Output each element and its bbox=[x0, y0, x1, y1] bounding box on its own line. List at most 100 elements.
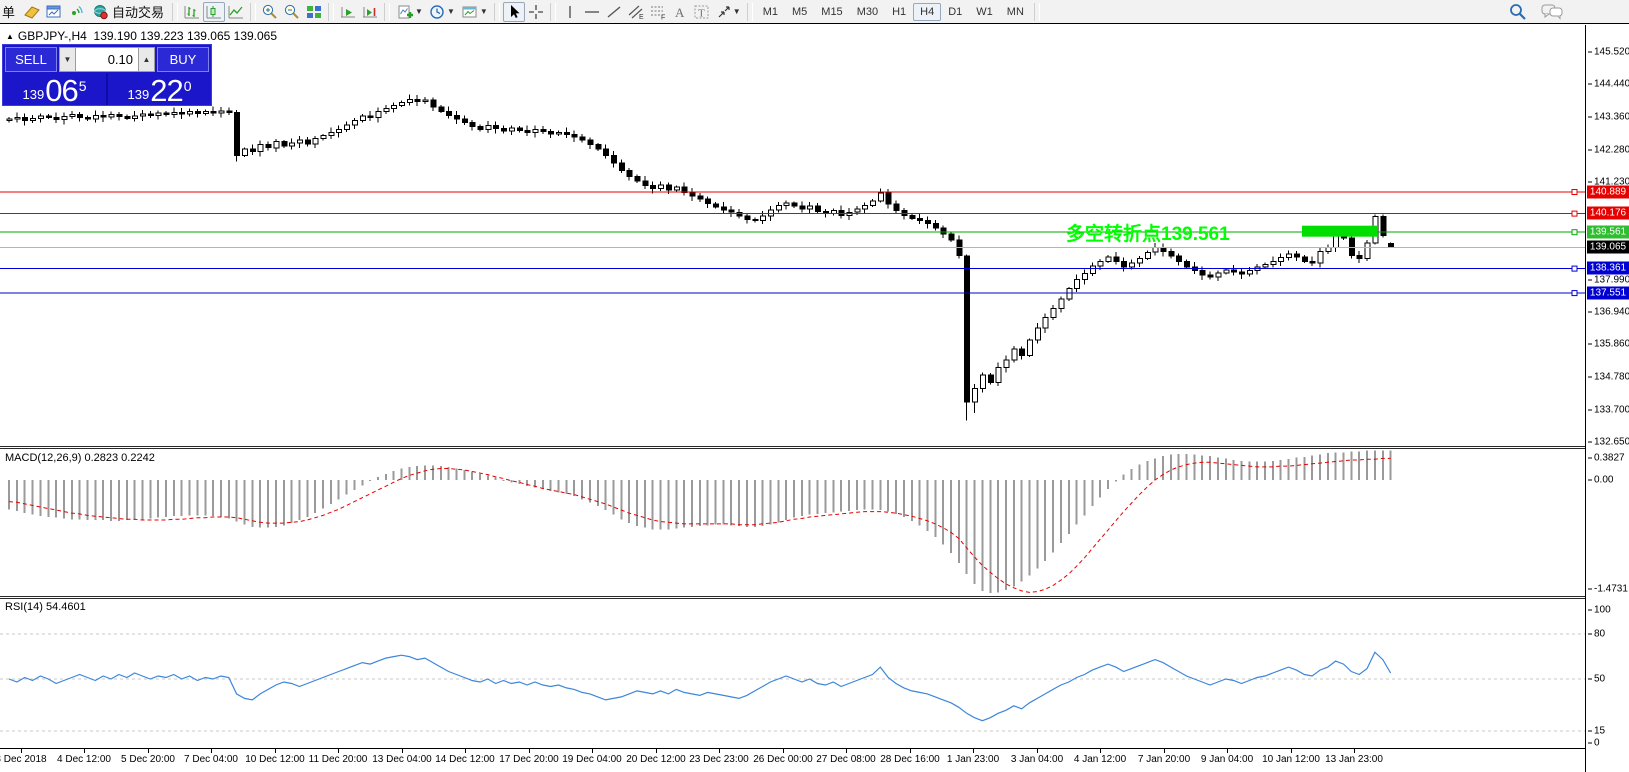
macd-canvas[interactable] bbox=[0, 450, 1585, 597]
svg-text:E: E bbox=[639, 14, 644, 20]
chat-icon[interactable] bbox=[1541, 3, 1563, 20]
macd-histogram-bar bbox=[322, 480, 324, 509]
candlestick-chart-type-button[interactable] bbox=[203, 2, 225, 22]
svg-text:A: A bbox=[675, 5, 685, 20]
timeframe-button-m5[interactable]: M5 bbox=[785, 3, 814, 21]
timeframe-button-m30[interactable]: M30 bbox=[850, 3, 885, 21]
macd-histogram-bar bbox=[565, 480, 567, 494]
autotrading-button[interactable]: 自动交易 bbox=[87, 2, 169, 22]
candle-down bbox=[941, 228, 946, 234]
pane-splitter[interactable] bbox=[0, 446, 1629, 449]
candle-up bbox=[140, 114, 145, 116]
horizontal-line-tool-button[interactable] bbox=[581, 2, 603, 22]
cursor-tool-button[interactable] bbox=[503, 2, 525, 22]
macd-histogram-bar bbox=[118, 480, 120, 521]
candle-up bbox=[1216, 273, 1221, 277]
tile-windows-button[interactable] bbox=[303, 2, 325, 22]
autotrading-label: 自动交易 bbox=[112, 2, 164, 21]
timeframe-button-h1[interactable]: H1 bbox=[885, 3, 913, 21]
line-handle[interactable] bbox=[1572, 190, 1577, 195]
equidistant-channel-tool-button[interactable]: E bbox=[625, 2, 647, 22]
macd-histogram-bar bbox=[1366, 451, 1368, 480]
time-axis-tick bbox=[148, 749, 149, 753]
search-icon[interactable] bbox=[1509, 3, 1527, 20]
timeframe-button-m1[interactable]: M1 bbox=[756, 3, 785, 21]
rsi-indicator-label: RSI(14) 54.4601 bbox=[5, 601, 86, 613]
line-handle[interactable] bbox=[1572, 230, 1577, 235]
text-label-tool-button[interactable]: T bbox=[691, 2, 713, 22]
toolbar-right-group bbox=[1509, 3, 1563, 20]
sell-price[interactable]: 139 06 5 bbox=[3, 73, 108, 105]
arrows-tool-button[interactable]: ▼ bbox=[713, 2, 744, 22]
candle-down bbox=[800, 206, 805, 209]
line-handle[interactable] bbox=[1572, 266, 1577, 271]
macd-histogram-bar bbox=[612, 480, 614, 515]
rsi-line bbox=[9, 652, 1391, 721]
time-axis[interactable]: 3 Dec 20184 Dec 12:005 Dec 20:007 Dec 04… bbox=[0, 749, 1585, 772]
highlight-bar[interactable] bbox=[1302, 226, 1377, 237]
macd-histogram-bar bbox=[126, 480, 128, 520]
timeframe-button-m15[interactable]: M15 bbox=[814, 3, 849, 21]
crosshair-icon bbox=[528, 4, 544, 20]
line-chart-type-button[interactable] bbox=[225, 2, 247, 22]
candle-up bbox=[337, 130, 342, 133]
zoom-out-icon bbox=[283, 3, 301, 20]
annotation-text[interactable]: 多空转折点139.561 bbox=[1066, 222, 1230, 245]
cursor-icon bbox=[506, 4, 522, 20]
fibonacci-tool-button[interactable]: F bbox=[647, 2, 669, 22]
volume-increase-button[interactable]: ▲ bbox=[138, 47, 155, 72]
candle-down bbox=[596, 145, 601, 150]
trendline-tool-button[interactable] bbox=[603, 2, 625, 22]
price-level-label: 139.561 bbox=[1587, 226, 1629, 239]
macd-histogram-bar bbox=[1060, 480, 1062, 543]
zoom-out-button[interactable] bbox=[281, 2, 303, 22]
candle-down bbox=[666, 185, 671, 190]
macd-histogram-bar bbox=[1382, 451, 1384, 480]
horizontal-line-icon bbox=[583, 4, 601, 20]
zoom-in-button[interactable] bbox=[259, 2, 281, 22]
macd-histogram-bar bbox=[1068, 480, 1070, 534]
line-handle[interactable] bbox=[1572, 211, 1577, 216]
bar-chart-type-button[interactable] bbox=[181, 2, 203, 22]
candle-down bbox=[125, 117, 130, 119]
price-axis[interactable]: 145.520144.440143.360142.280141.230137.9… bbox=[1585, 25, 1629, 772]
time-axis-label: 9 Jan 04:00 bbox=[1201, 754, 1253, 765]
sell-button[interactable]: SELL bbox=[5, 47, 57, 72]
macd-histogram-bar bbox=[1201, 455, 1203, 480]
chart-window-icon[interactable] bbox=[43, 2, 65, 22]
rsi-canvas[interactable] bbox=[0, 600, 1585, 748]
crosshair-tool-button[interactable] bbox=[525, 2, 547, 22]
new-order-icon[interactable] bbox=[21, 2, 43, 22]
indicators-button[interactable]: ▼ bbox=[393, 2, 426, 22]
volume-input[interactable] bbox=[76, 47, 138, 72]
timeframe-button-w1[interactable]: W1 bbox=[969, 3, 1000, 21]
macd-histogram-bar bbox=[361, 480, 363, 485]
templates-button[interactable]: ▼ bbox=[458, 2, 491, 22]
signal-icon[interactable] bbox=[65, 2, 87, 22]
timeframe-button-h4[interactable]: H4 bbox=[913, 3, 941, 21]
timeframe-button-mn[interactable]: MN bbox=[1000, 3, 1031, 21]
buy-price[interactable]: 139 22 0 bbox=[108, 73, 211, 105]
macd-histogram-bar bbox=[1021, 480, 1023, 582]
macd-histogram-bar bbox=[620, 480, 622, 519]
new-order-partial-label[interactable]: 单 bbox=[2, 2, 15, 21]
vertical-line-tool-button[interactable] bbox=[559, 2, 581, 22]
text-tool-button[interactable]: A bbox=[669, 2, 691, 22]
chart-symbol-period: GBPJPY-,H4 bbox=[18, 29, 87, 43]
macd-indicator-label: MACD(12,26,9) 0.2823 0.2242 bbox=[5, 452, 155, 464]
time-axis-tick bbox=[338, 749, 339, 753]
buy-button[interactable]: BUY bbox=[157, 47, 209, 72]
timeframe-button-d1[interactable]: D1 bbox=[941, 3, 969, 21]
volume-decrease-button[interactable]: ▼ bbox=[59, 47, 76, 72]
candle-down bbox=[698, 196, 703, 199]
chart-shift-button[interactable] bbox=[359, 2, 381, 22]
candle-up bbox=[1326, 248, 1331, 252]
candle-down bbox=[462, 119, 467, 123]
text-icon: A bbox=[672, 4, 687, 20]
auto-scroll-button[interactable] bbox=[337, 2, 359, 22]
line-handle[interactable] bbox=[1572, 291, 1577, 296]
collapse-triangle-icon[interactable]: ▲ bbox=[6, 32, 14, 41]
periods-button[interactable]: ▼ bbox=[426, 2, 458, 22]
main-chart-canvas[interactable]: 多空转折点139.561 bbox=[0, 25, 1585, 447]
pane-splitter[interactable] bbox=[0, 596, 1629, 599]
